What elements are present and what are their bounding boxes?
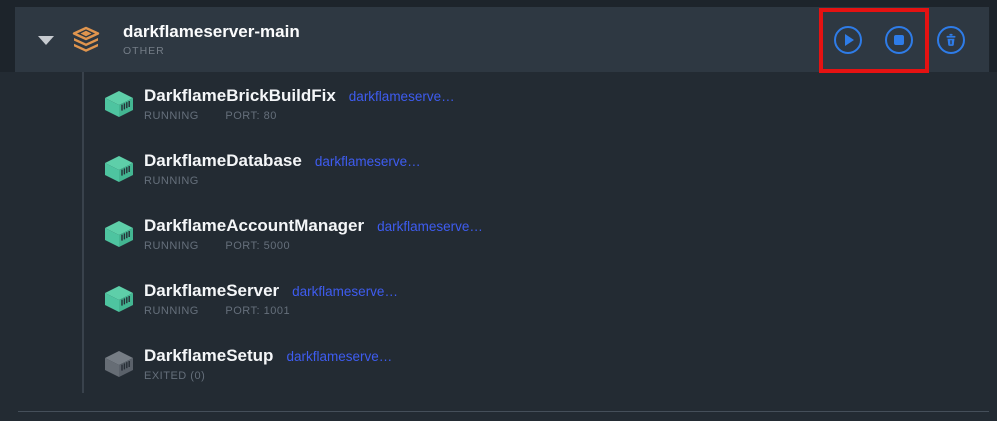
container-name: DarkflameAccountManager (144, 216, 364, 236)
container-row[interactable]: DarkflameServer darkflameserve… RUNNING … (0, 280, 997, 345)
trash-icon (942, 31, 960, 49)
container-row[interactable]: DarkflameSetup darkflameserve… EXITED (0… (0, 345, 997, 410)
page: { "colors": { "accent_blue": "#2e7ce8", … (0, 0, 997, 421)
container-port: PORT: 5000 (225, 240, 290, 252)
container-name: DarkflameBrickBuildFix (144, 86, 336, 106)
container-image-link[interactable]: darkflameserve… (377, 219, 483, 234)
collapse-arrow-icon[interactable] (38, 36, 54, 45)
container-row[interactable]: DarkflameDatabase darkflameserve… RUNNIN… (0, 150, 997, 215)
container-name: DarkflameServer (144, 281, 279, 301)
start-stack-button[interactable] (834, 26, 862, 54)
container-status-line: RUNNING (144, 175, 421, 187)
container-status: RUNNING (144, 305, 199, 317)
container-name: DarkflameSetup (144, 346, 273, 366)
container-name: DarkflameDatabase (144, 151, 302, 171)
container-status-line: RUNNING PORT: 5000 (144, 240, 483, 252)
container-status: RUNNING (144, 240, 199, 252)
stack-header[interactable]: darkflameserver-main OTHER (15, 7, 989, 72)
stack-titles: darkflameserver-main OTHER (123, 22, 300, 57)
stop-stack-button[interactable] (885, 26, 913, 54)
container-image-link[interactable]: darkflameserve… (286, 349, 392, 364)
container-box-icon (104, 285, 134, 313)
stop-icon (894, 35, 904, 45)
container-box-icon (104, 155, 134, 183)
play-icon (845, 34, 854, 46)
container-box-icon (104, 350, 134, 378)
delete-stack-button[interactable] (937, 26, 965, 54)
container-port: PORT: 80 (225, 110, 277, 122)
container-row[interactable]: DarkflameBrickBuildFix darkflameserve… R… (0, 85, 997, 150)
container-status-line: RUNNING PORT: 80 (144, 110, 455, 122)
container-box-icon (104, 220, 134, 248)
container-list: DarkflameBrickBuildFix darkflameserve… R… (0, 85, 997, 410)
container-row[interactable]: DarkflameAccountManager darkflameserve… … (0, 215, 997, 280)
container-status: RUNNING (144, 175, 199, 187)
divider (18, 411, 989, 412)
container-port: PORT: 1001 (225, 305, 290, 317)
container-row-text: DarkflameSetup darkflameserve… EXITED (0… (144, 345, 392, 382)
container-status: EXITED (0) (144, 370, 205, 382)
stack-layers-icon (71, 26, 101, 53)
stack-category: OTHER (123, 45, 300, 57)
container-row-text: DarkflameDatabase darkflameserve… RUNNIN… (144, 150, 421, 187)
container-row-text: DarkflameServer darkflameserve… RUNNING … (144, 280, 398, 317)
container-image-link[interactable]: darkflameserve… (315, 154, 421, 169)
container-status-line: EXITED (0) (144, 370, 392, 382)
container-box-icon (104, 90, 134, 118)
container-status-line: RUNNING PORT: 1001 (144, 305, 398, 317)
container-image-link[interactable]: darkflameserve… (349, 89, 455, 104)
container-row-text: DarkflameAccountManager darkflameserve… … (144, 215, 483, 252)
container-image-link[interactable]: darkflameserve… (292, 284, 398, 299)
stack-name: darkflameserver-main (123, 22, 300, 42)
container-row-text: DarkflameBrickBuildFix darkflameserve… R… (144, 85, 455, 122)
container-status: RUNNING (144, 110, 199, 122)
